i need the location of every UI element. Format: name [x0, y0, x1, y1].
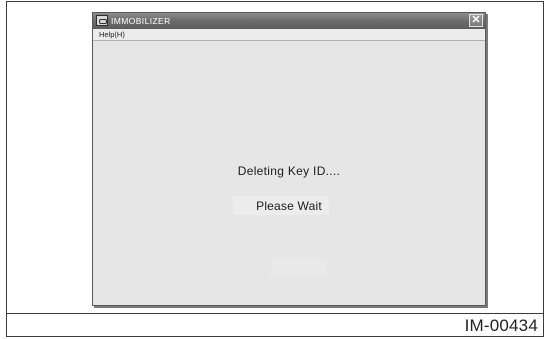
- window-title: IMMOBILIZER: [111, 16, 171, 26]
- immobilizer-app-icon: [96, 15, 108, 26]
- menu-bar: Help(H): [93, 29, 485, 41]
- status-message: Deleting Key ID....: [237, 164, 341, 178]
- title-bar[interactable]: IMMOBILIZER ✕: [93, 13, 485, 29]
- hidden-button-placeholder: [271, 258, 327, 276]
- immobilizer-window: IMMOBILIZER ✕ Help(H) Deleting Key ID...…: [92, 12, 486, 306]
- dialog-body: Deleting Key ID.... Please Wait: [93, 41, 485, 305]
- close-button[interactable]: ✕: [469, 14, 483, 27]
- menu-help[interactable]: Help(H): [99, 29, 125, 40]
- figure-divider: [6, 313, 544, 314]
- wait-message: Please Wait: [256, 199, 322, 213]
- figure-id: IM-00434: [464, 316, 538, 335]
